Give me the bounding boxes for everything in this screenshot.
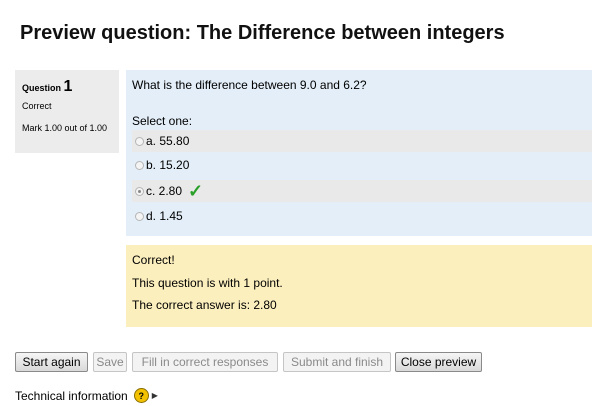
feedback-text: Correct!	[132, 253, 175, 267]
answer-option-d[interactable]: d. 1.45	[132, 205, 592, 227]
save-button[interactable]: Save	[93, 352, 127, 372]
start-again-button[interactable]: Start again	[15, 352, 88, 372]
radio-button[interactable]	[135, 160, 144, 170]
close-preview-button[interactable]: Close preview	[395, 352, 482, 372]
answer-option-label: b. 15.20	[146, 158, 190, 172]
radio-button-selected[interactable]	[135, 186, 144, 196]
answer-option-c[interactable]: c. 2.80 ✓	[132, 180, 592, 202]
question-state: Correct	[22, 101, 52, 111]
fill-correct-button[interactable]: Fill in correct responses	[132, 352, 278, 372]
outcome-panel: Correct! This question is with 1 point. …	[126, 245, 592, 327]
technical-information-label: Technical information	[15, 388, 128, 403]
radio-button[interactable]	[135, 211, 144, 221]
answer-prompt: Select one:	[132, 114, 193, 128]
question-number: Question 1	[22, 78, 72, 96]
question-number-value: 1	[63, 78, 73, 95]
technical-information-toggle[interactable]: Technical information ? ▶	[15, 388, 158, 403]
right-answer-text: The correct answer is: 2.80	[132, 298, 277, 312]
answer-option-label: c. 2.80	[146, 184, 183, 198]
radio-button[interactable]	[135, 136, 144, 146]
points-text: This question is with 1 point.	[132, 276, 283, 290]
answer-option-b[interactable]: b. 15.20	[132, 154, 592, 176]
check-icon: ✓	[188, 180, 204, 201]
answer-option-label: a. 55.80	[146, 134, 190, 148]
help-icon[interactable]: ?	[133, 388, 149, 403]
question-text: What is the difference between 9.0 and 6…	[132, 78, 367, 92]
question-label: Question	[22, 83, 62, 93]
question-info-panel: Question 1 Correct Mark 1.00 out of 1.00	[15, 70, 119, 153]
submit-finish-button[interactable]: Submit and finish	[283, 352, 391, 372]
question-grade: Mark 1.00 out of 1.00	[22, 123, 108, 133]
question-formulation: What is the difference between 9.0 and 6…	[126, 70, 592, 236]
answer-option-label: d. 1.45	[146, 209, 183, 223]
answer-option-a[interactable]: a. 55.80	[132, 130, 592, 152]
expand-arrow-icon[interactable]: ▶	[152, 391, 158, 400]
page-title: Preview question: The Difference between…	[20, 22, 505, 44]
